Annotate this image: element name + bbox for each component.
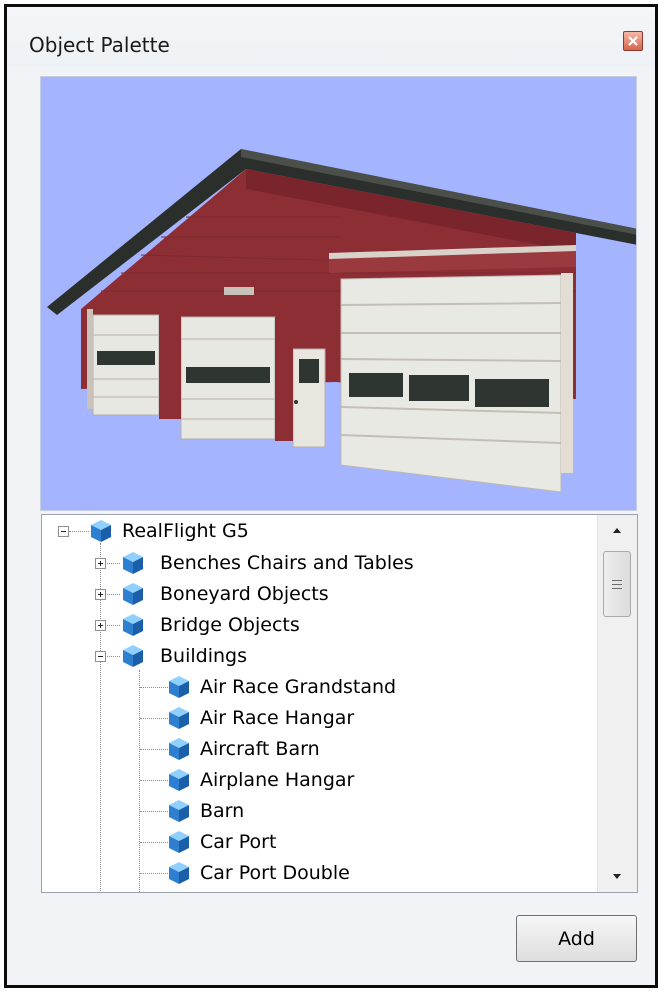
tree-node-label: RealFlight G5 [122,520,249,542]
tree-node-label: Air Race Hangar [200,707,355,729]
tree-node-label: Car Port [200,831,277,853]
close-icon[interactable] [623,31,643,51]
cube-icon [169,707,189,729]
chevron-down-icon [613,874,621,879]
tree-node-root[interactable]: RealFlight G5 [42,516,597,547]
add-button[interactable]: Add [516,915,637,962]
tree-node-object[interactable]: Car Port Double [42,858,597,889]
tree-node-label: Car Port Double [200,862,350,884]
tree-node-label: Airplane Hangar [200,769,355,791]
object-preview [40,76,637,511]
barn-preview-image [47,149,636,493]
expand-icon[interactable] [95,589,106,600]
grip-line [612,584,622,585]
cube-icon [169,738,189,760]
vertical-scrollbar[interactable] [597,515,637,892]
tree-node-category[interactable]: Boneyard Objects [42,579,597,610]
tree-node-object[interactable]: Car Port [42,827,597,858]
tree-node-object[interactable]: Air Race Grandstand [42,672,597,703]
tree-node-label: Bridge Objects [160,614,300,636]
cube-icon [169,831,189,853]
tree-node-object[interactable]: Airplane Hangar [42,765,597,796]
tree-node-object[interactable]: Aircraft Barn [42,734,597,765]
grip-line [612,580,622,581]
tree-node-object[interactable]: Barn [42,796,597,827]
cube-icon [123,645,143,667]
window-title: Object Palette [29,33,170,57]
object-tree[interactable]: RealFlight G5 Benches Chairs and Tables … [41,514,638,893]
tree-node-label: Aircraft Barn [200,738,320,760]
tree-content: RealFlight G5 Benches Chairs and Tables … [42,515,597,892]
tree-node-category[interactable]: Buildings [42,641,597,672]
tree-node-category[interactable]: Benches Chairs and Tables [42,548,597,579]
tree-node-label: Barn [200,800,245,822]
scrollbar-thumb[interactable] [603,551,631,617]
tree-node-label: Benches Chairs and Tables [160,552,414,574]
scroll-up-button[interactable] [598,517,637,545]
cube-icon [123,614,143,636]
cube-icon [91,520,111,542]
tree-node-label: Buildings [160,645,247,667]
collapse-icon[interactable] [58,526,69,537]
tree-node-object[interactable]: Air Race Hangar [42,703,597,734]
chevron-up-icon [613,528,621,533]
scroll-down-button[interactable] [598,862,637,890]
expand-icon[interactable] [95,558,106,569]
grip-line [612,588,622,589]
tree-node-label: Air Race Grandstand [200,676,397,698]
cube-icon [123,552,143,574]
tree-node-label: Boneyard Objects [160,583,329,605]
collapse-icon[interactable] [95,651,106,662]
title-bar: Object Palette [7,7,655,67]
expand-icon[interactable] [95,620,106,631]
cube-icon [169,862,189,884]
tree-node-category[interactable]: Bridge Objects [42,610,597,641]
cube-icon [169,769,189,791]
cube-icon [169,676,189,698]
cube-icon [123,583,143,605]
cube-icon [169,800,189,822]
